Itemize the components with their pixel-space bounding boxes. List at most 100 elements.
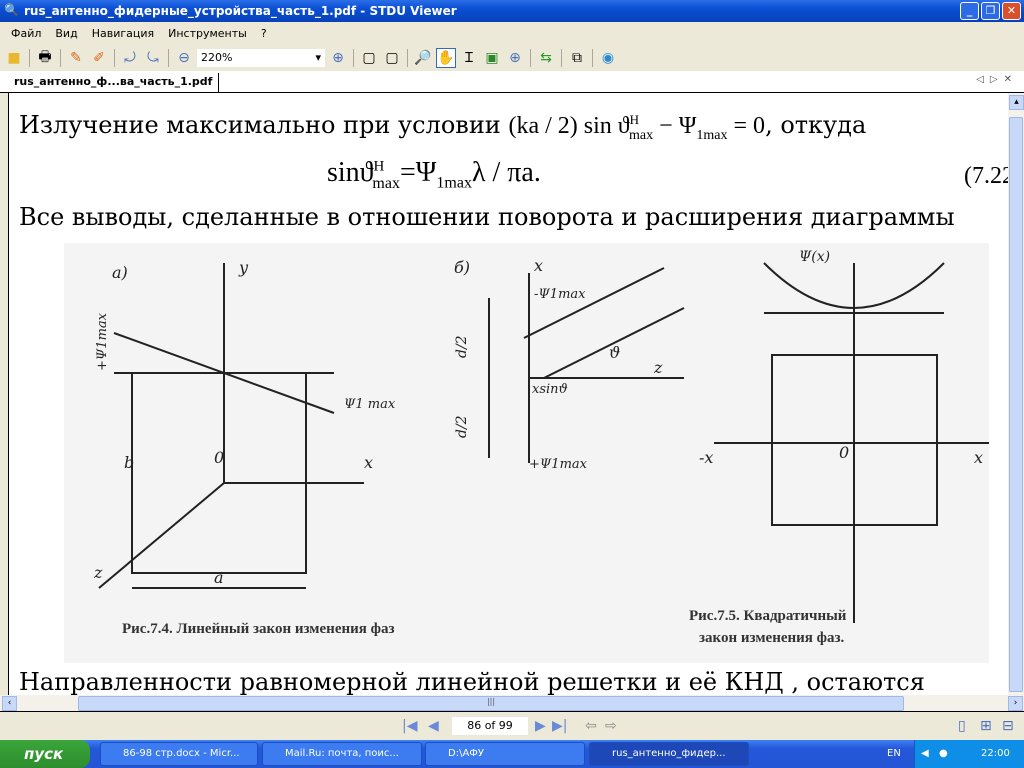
print-icon[interactable]: 🖶	[35, 48, 55, 68]
scroll-up-icon[interactable]: ▴	[1009, 95, 1024, 110]
first-page-icon[interactable]: |◀	[402, 718, 417, 734]
math-inline: (ka / 2) sin ϑHmax − Ψ1max = 0	[508, 112, 765, 143]
minimize-button[interactable]: _	[960, 2, 979, 20]
psi-max-plus-label: +Ψ1max	[95, 312, 110, 371]
menu-file[interactable]: Файл	[4, 27, 48, 40]
xsin-label: xsinϑ	[532, 382, 568, 397]
math-sub: 1max	[436, 174, 472, 192]
page-number-field[interactable]: 86 of 99	[452, 717, 528, 735]
tray-expand-icon[interactable]: ◀	[921, 740, 929, 768]
copy-icon[interactable]: ⧉	[567, 48, 587, 68]
navigation-bar: |◀ ◀ 86 of 99 ▶ ▶| ⇦ ⇨ ▯ ⊞ ⊟	[0, 712, 1024, 740]
figure-drawing: а) y x 0 z b a +Ψ1max Ψ1 max б) x -Ψ1max…	[93, 249, 989, 623]
app-icon: 🔍	[4, 3, 19, 17]
tab-bar: rus_антенно_ф...ва_часть_1.pdf ◁▷✕	[0, 71, 1024, 93]
tab-document[interactable]: rus_антенно_ф...ва_часть_1.pdf	[8, 73, 220, 93]
clock: 22:00	[981, 748, 1010, 759]
title-bar: 🔍 rus_антенно_фидерные_устройства_часть_…	[0, 0, 1024, 22]
pencil-icon[interactable]: ✐	[89, 48, 109, 68]
taskbar-item-folder[interactable]: D:\АФУ	[425, 742, 585, 766]
theta-label: ϑ	[609, 343, 620, 362]
math: λ / πa.	[471, 157, 541, 188]
math-sub: max	[629, 127, 654, 143]
menu-help[interactable]: ?	[254, 27, 274, 40]
taskbar-item-word[interactable]: 86-98 стр.docx - Micr...	[100, 742, 258, 766]
axis-label-z: z	[93, 563, 103, 582]
document-view[interactable]: Излучение максимально при условии (ka / …	[8, 93, 1008, 695]
scroll-right-icon[interactable]: ›	[1008, 696, 1023, 711]
zoom-select[interactable]: 220% ▾	[197, 48, 325, 67]
back-icon[interactable]: ⇦	[585, 718, 597, 734]
origin-label-c: 0	[839, 443, 849, 462]
math: (ka / 2) sin ϑ	[508, 113, 630, 139]
menu-bar: Файл Вид Навигация Инструменты ?	[0, 22, 1024, 44]
taskbar: пуск 86-98 стр.docx - Micr... Mail.Ru: п…	[0, 740, 1024, 768]
rotate-cw-icon[interactable]: ⤾	[120, 48, 140, 68]
system-tray: EN ◀ ● 22:00	[887, 740, 1024, 768]
minus-x-label: -x	[699, 448, 713, 467]
tab-close-icon[interactable]: ✕	[1004, 74, 1018, 85]
tab-prev-icon[interactable]: ◁	[976, 74, 990, 85]
close-button[interactable]: ✕	[1002, 2, 1021, 20]
math-sub: 1max	[696, 127, 728, 143]
text-line: Все выводы, сделанные в отношении поворо…	[19, 203, 955, 231]
horizontal-scrollbar[interactable]: ‹ ||| ›	[0, 695, 1024, 712]
web-icon[interactable]: ◉	[598, 48, 618, 68]
fit-page-icon[interactable]: ▢	[382, 48, 402, 68]
single-page-view-icon[interactable]: ▯	[958, 718, 966, 734]
fig-label-a: а)	[112, 263, 128, 282]
open-folder-icon[interactable]: ■	[4, 48, 24, 68]
continuous-view-icon[interactable]: ⊟	[1002, 718, 1014, 734]
menu-navigation[interactable]: Навигация	[85, 27, 161, 40]
zoom-out-icon[interactable]: ⊖	[174, 48, 194, 68]
zoom-area-icon[interactable]: ⊕	[505, 48, 525, 68]
menu-view[interactable]: Вид	[48, 27, 84, 40]
next-page-icon[interactable]: ▶	[535, 718, 546, 734]
taskbar-item-stdu[interactable]: rus_антенно_фидер...	[589, 742, 749, 766]
zoom-value: 220%	[201, 51, 233, 64]
figure-caption: Рис.7.4. Линейный закон изменения фаз	[122, 621, 395, 637]
math: sinϑ	[327, 157, 374, 188]
axis-label-x-c: x	[974, 448, 983, 467]
axis-label-x: x	[364, 453, 373, 472]
sync-icon[interactable]: ⇆	[536, 48, 556, 68]
toolbar: ■ 🖶 ✎ ✐ ⤾ ⤿ ⊖ 220% ▾ ⊕ ▢ ▢ 🔎 ✋ Ɪ ▣ ⊕ ⇆ ⧉ …	[0, 44, 1024, 71]
rotate-ccw-icon[interactable]: ⤿	[143, 48, 163, 68]
maximize-button[interactable]: ❐	[981, 2, 1000, 20]
text-select-icon[interactable]: Ɪ	[459, 48, 479, 68]
tray-app-icon[interactable]: ●	[939, 740, 948, 768]
figure-caption: Рис.7.5. Квадратичный	[689, 608, 847, 624]
start-button[interactable]: пуск	[0, 740, 90, 768]
hand-tool-icon[interactable]: ✋	[436, 47, 456, 68]
plus-psi-label: +Ψ1max	[529, 457, 588, 472]
length-label-a: a	[214, 568, 224, 587]
prev-page-icon[interactable]: ◀	[428, 718, 439, 734]
vertical-scrollbar[interactable]: ▴	[1008, 93, 1024, 695]
grid-view-icon[interactable]: ⊞	[980, 718, 992, 734]
tab-next-icon[interactable]: ▷	[990, 74, 1004, 85]
scroll-left-icon[interactable]: ‹	[2, 696, 17, 711]
psi-max-label: Ψ1 max	[344, 397, 396, 412]
math: − Ψ	[653, 113, 697, 139]
minus-psi-label: -Ψ1max	[534, 287, 586, 302]
math: =Ψ	[399, 157, 437, 188]
single-page-icon[interactable]: ▢	[359, 48, 379, 68]
scroll-thumb[interactable]	[1009, 117, 1023, 692]
find-icon[interactable]: 🔎	[413, 48, 433, 68]
last-page-icon[interactable]: ▶|	[552, 718, 567, 734]
scroll-thumb[interactable]: |||	[78, 696, 904, 711]
text: Излучение максимально при условии	[19, 111, 501, 139]
language-indicator[interactable]: EN	[887, 740, 901, 768]
figure-caption: закон изменения фаз.	[699, 630, 845, 646]
axis-label-y: y	[238, 258, 249, 277]
menu-tools[interactable]: Инструменты	[161, 27, 254, 40]
edit-icon[interactable]: ✎	[66, 48, 86, 68]
zoom-in-icon[interactable]: ⊕	[328, 48, 348, 68]
text: , откуда	[765, 111, 867, 139]
image-select-icon[interactable]: ▣	[482, 48, 502, 68]
length-label-b: b	[124, 453, 134, 472]
taskbar-item-mailru[interactable]: Mail.Ru: почта, поис...	[262, 742, 422, 766]
axis-label-z-b: z	[653, 358, 663, 377]
text-line: Излучение максимально при условии (ka / …	[19, 111, 866, 144]
forward-icon[interactable]: ⇨	[605, 718, 617, 734]
